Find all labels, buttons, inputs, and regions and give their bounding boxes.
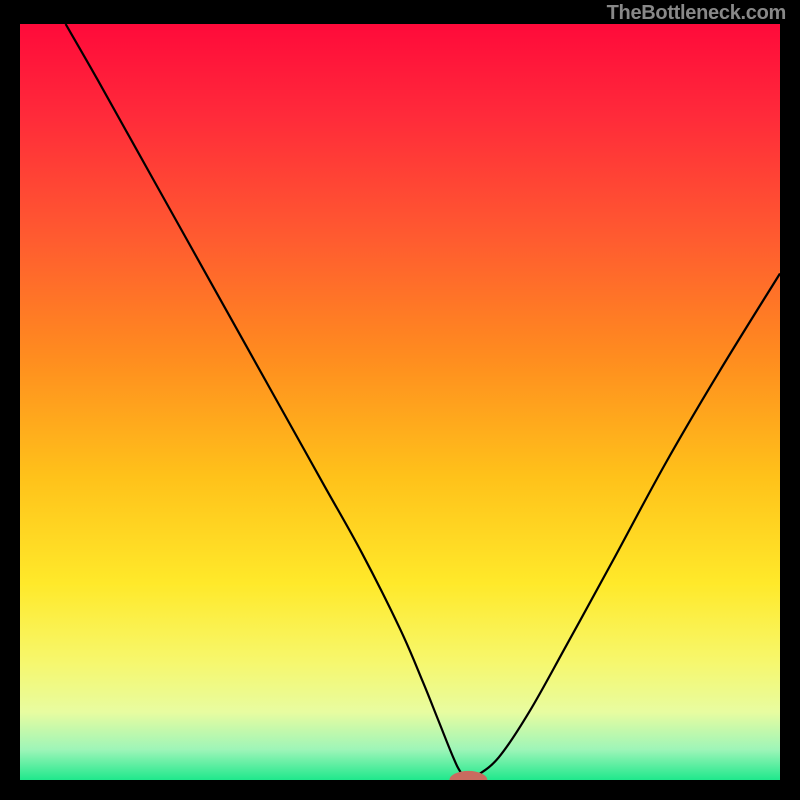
watermark-text: TheBottleneck.com xyxy=(607,2,786,25)
chart-frame: TheBottleneck.com xyxy=(0,0,800,800)
chart-background xyxy=(20,24,780,780)
chart-svg xyxy=(20,24,780,780)
chart-plot-area xyxy=(20,24,780,780)
